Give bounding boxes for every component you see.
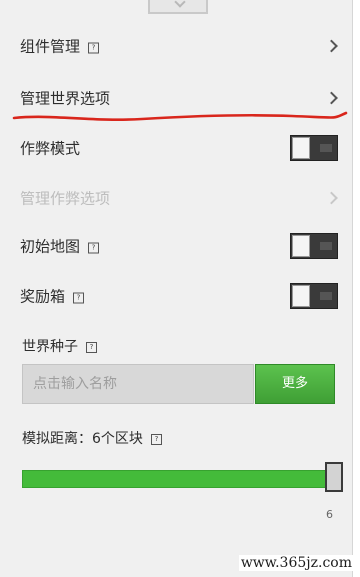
red-underline-annotation xyxy=(12,111,348,121)
starting-map-row: 初始地图? xyxy=(0,226,352,266)
world-seed-input[interactable]: 点击输入名称 xyxy=(22,364,254,404)
help-icon[interactable]: ? xyxy=(73,292,85,304)
starting-map-label: 初始地图? xyxy=(20,236,100,257)
manage-cheat-options-row: 管理作弊选项 xyxy=(0,178,352,218)
simulation-distance-label: 模拟距离：6个区块? xyxy=(22,428,162,448)
toggle-groove xyxy=(320,242,332,250)
bonus-chest-toggle[interactable] xyxy=(290,283,338,309)
simulation-distance-slider-thumb[interactable] xyxy=(325,462,343,492)
starting-map-toggle[interactable] xyxy=(290,233,338,259)
bonus-chest-label: 奖励箱? xyxy=(20,286,85,307)
cheat-mode-label: 作弊模式 xyxy=(20,139,81,158)
settings-panel: 组件管理? 管理世界选项 作弊模式 管理作弊选项 初始地图? 奖励箱 ? 世界种… xyxy=(0,0,353,577)
watermark-text: www.365jz.com xyxy=(238,555,354,571)
cheat-mode-row: 作弊模式 xyxy=(0,128,352,168)
cheat-mode-toggle[interactable] xyxy=(290,135,338,161)
more-button[interactable]: 更多 xyxy=(255,364,335,404)
toggle-knob xyxy=(292,235,310,257)
help-icon[interactable]: ? xyxy=(88,42,100,54)
help-icon[interactable]: ? xyxy=(86,342,97,353)
collapse-tab[interactable] xyxy=(148,0,208,14)
simulation-distance-slider-track[interactable] xyxy=(22,470,336,488)
bonus-chest-row: 奖励箱? xyxy=(0,276,352,316)
toggle-knob xyxy=(292,285,310,307)
chevron-right-icon xyxy=(325,39,338,53)
manage-components-label: 组件管理? xyxy=(20,36,100,57)
world-seed-label: 世界种子? xyxy=(22,336,97,356)
help-icon[interactable]: ? xyxy=(88,242,100,254)
toggle-groove xyxy=(320,292,332,300)
simulation-distance-value: 6 xyxy=(326,508,333,521)
chevron-right-icon xyxy=(325,91,338,105)
manage-cheat-options-label: 管理作弊选项 xyxy=(20,189,111,208)
toggle-knob xyxy=(292,137,310,159)
toggle-groove xyxy=(320,144,332,152)
manage-world-options-label: 管理世界选项 xyxy=(20,89,111,108)
manage-components-row[interactable]: 组件管理? xyxy=(0,26,352,66)
help-icon[interactable]: ? xyxy=(150,434,162,445)
chevron-right-icon xyxy=(325,191,338,205)
chevron-down-icon xyxy=(174,0,186,8)
